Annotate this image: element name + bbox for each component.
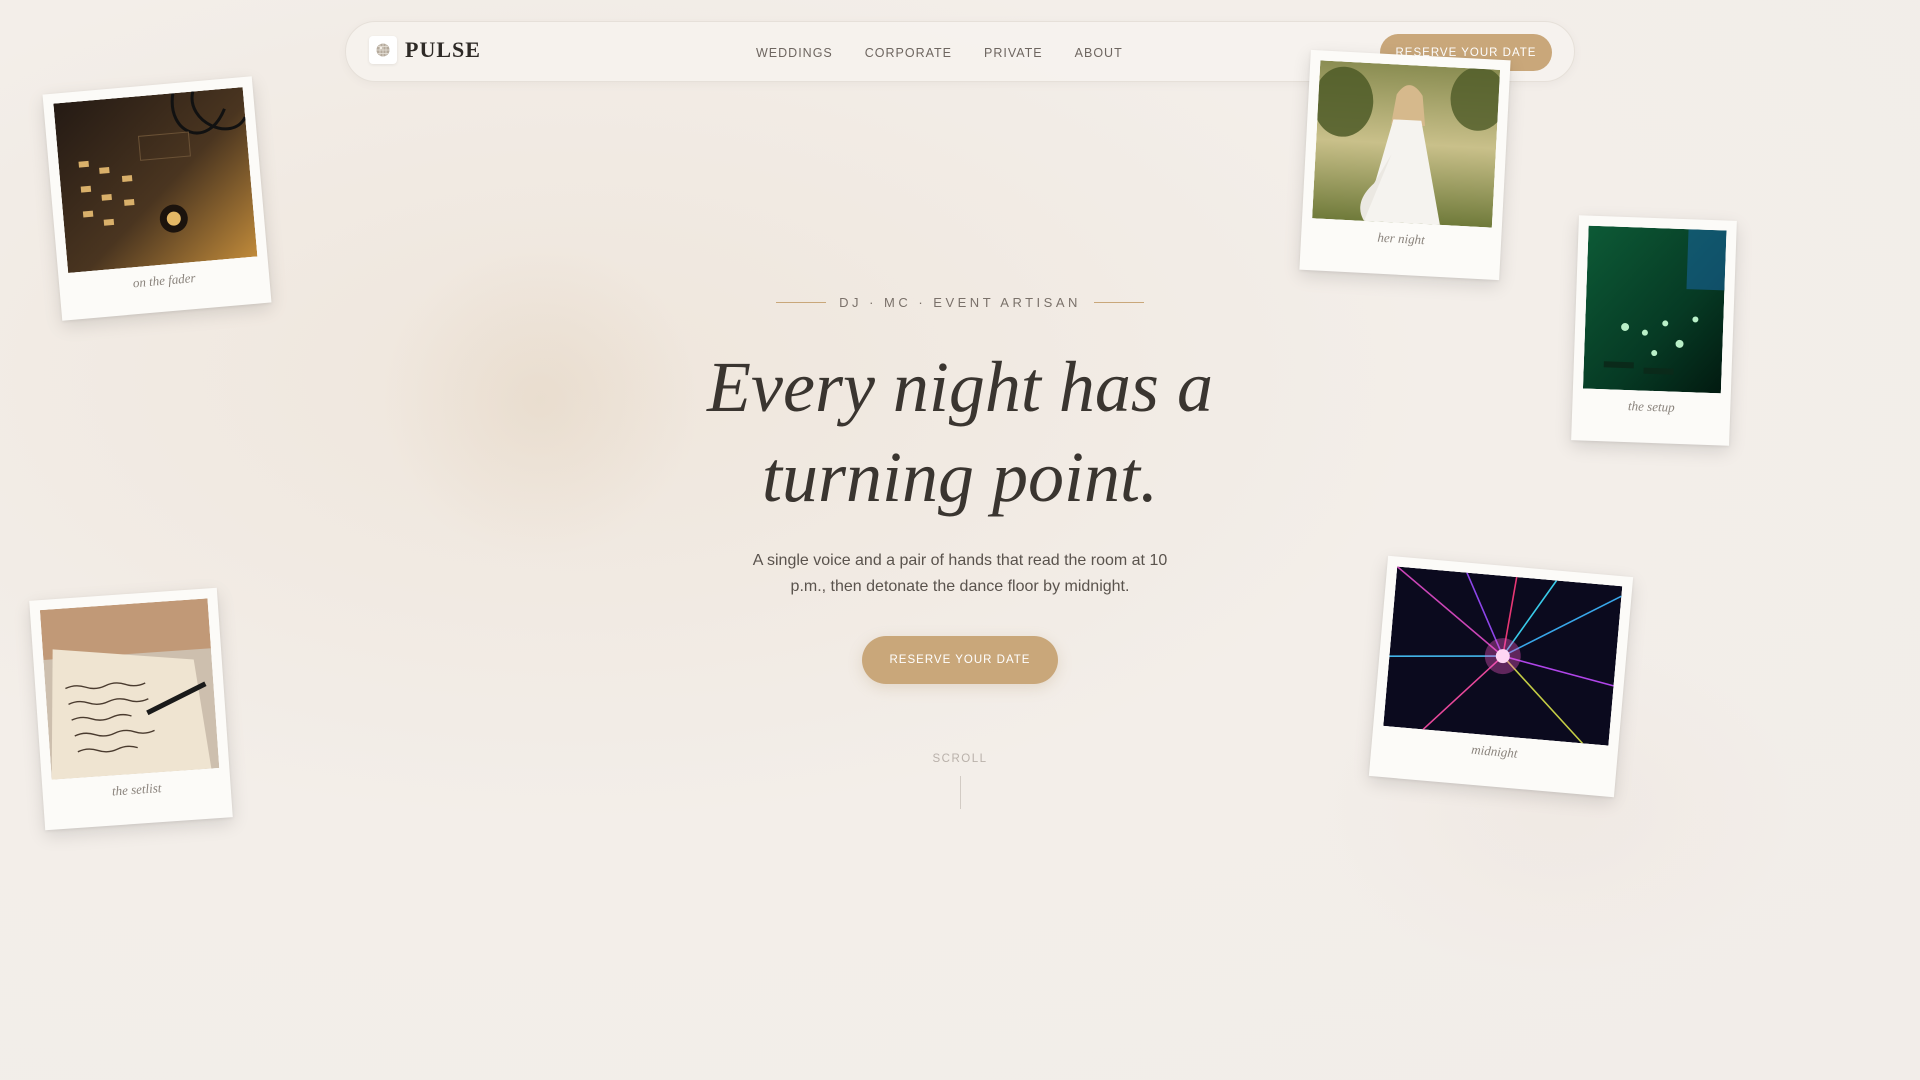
- eyebrow-rule-right: [1093, 302, 1144, 303]
- polaroid-caption: the setup: [1627, 398, 1675, 415]
- headline-line-2: turning point.: [761, 437, 1159, 517]
- polaroid-the-setup: the setup: [1571, 215, 1737, 446]
- nav-link-weddings[interactable]: WEDDINGS: [756, 46, 833, 60]
- nav-links: WEDDINGS CORPORATE PRIVATE ABOUT: [756, 22, 1155, 83]
- disco-ball-icon: [369, 36, 397, 64]
- brand[interactable]: PULSE: [369, 36, 481, 64]
- hero-reserve-button[interactable]: RESERVE YOUR DATE: [862, 636, 1058, 684]
- polaroid-midnight: midnight: [1368, 555, 1634, 798]
- polaroid-caption: her night: [1377, 229, 1426, 248]
- eyebrow-text: DJ · MC · EVENT ARTISAN: [839, 295, 1081, 310]
- nav-link-private[interactable]: PRIVATE: [984, 46, 1043, 60]
- dj-controller-photo: [1582, 225, 1727, 394]
- eyebrow-rule-left: [776, 302, 827, 303]
- mixer-fader-photo: [53, 87, 258, 274]
- nav-link-about[interactable]: ABOUT: [1075, 46, 1123, 60]
- polaroid-on-the-fader: on the fader: [42, 76, 272, 321]
- handwritten-setlist-photo: [39, 598, 220, 780]
- scroll-indicator-label[interactable]: SCROLL: [0, 753, 1920, 765]
- bride-photo: [1312, 60, 1501, 228]
- hero-subtitle: A single voice and a pair of hands that …: [752, 552, 1168, 595]
- brand-name: PULSE: [405, 37, 481, 62]
- polaroid-caption: the setlist: [111, 780, 162, 799]
- polaroid-the-setlist: the setlist: [29, 587, 233, 831]
- polaroid-her-night: her night: [1299, 49, 1511, 281]
- scroll-indicator-line: [960, 776, 961, 809]
- nav-link-corporate[interactable]: CORPORATE: [865, 46, 952, 60]
- laser-lights-photo: [1383, 566, 1623, 746]
